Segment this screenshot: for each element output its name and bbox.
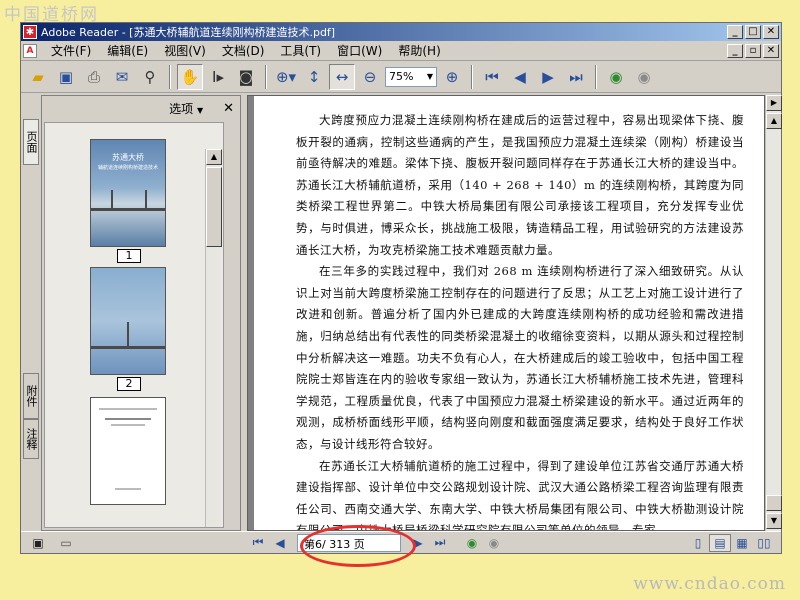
menu-file[interactable]: 文件(F) [43,42,99,59]
continuous-icon[interactable]: ▤ [709,533,731,552]
pages-panel-header: 选项 ▼ ✕ [42,96,240,120]
print-icon[interactable]: ⎙ [81,64,107,90]
toolbar-separator [265,64,267,89]
thumbnail-list[interactable]: 苏通大桥 辅航道连续刚构桥建造技术 1 2 ▲ [44,122,224,528]
menu-view[interactable]: 视图(V) [156,42,214,59]
page-thumbnail-1[interactable]: 苏通大桥 辅航道连续刚构桥建造技术 [90,139,166,247]
last-page-icon[interactable]: ⏭ [429,534,451,552]
email-icon[interactable]: ✉ [109,64,135,90]
snapshot-icon[interactable]: ◙ [233,64,259,90]
go-back-icon[interactable]: ◉ [461,534,483,552]
zoom-in-plus-icon[interactable]: ⊕ [439,64,465,90]
pdf-document-icon[interactable]: A [23,43,37,58]
toolbar-separator [471,64,473,89]
scrollbar-thumb[interactable] [766,495,782,511]
document-scrollbar[interactable]: ▶ ▲ ▼ [765,95,782,531]
zoom-level-field[interactable]: 75% ▼ [385,66,437,87]
zoom-level-value: 75% [389,70,414,83]
split-view-arrow[interactable]: ▶ [766,95,782,111]
chevron-down-icon[interactable]: ▼ [427,72,433,81]
menu-help[interactable]: 帮助(H) [390,42,448,59]
menu-bar: A 文件(F) 编辑(E) 视图(V) 文档(D) 工具(T) 窗口(W) 帮助… [21,41,781,61]
go-back-icon[interactable]: ◉ [603,64,629,90]
toolbar-separator [169,64,171,89]
first-page-icon[interactable]: ⏮ [247,534,269,552]
close-button[interactable]: ✕ [763,25,779,39]
thumbnail-cover-title: 苏通大桥 [112,153,144,162]
tab-comments[interactable]: 注释 [23,419,39,459]
facing-icon[interactable]: ▯▯ [753,534,775,552]
select-text-icon[interactable]: I▸ [205,64,231,90]
hand-tool-icon[interactable]: ✋ [177,63,203,90]
go-forward-icon[interactable]: ◉ [483,534,505,552]
toolbar-separator [595,64,597,89]
prev-page-icon[interactable]: ◀ [269,534,291,552]
first-page-icon[interactable]: ⏮ [479,64,505,90]
panel-toggle-icon[interactable]: ▣ [27,534,49,552]
tab-pages[interactable]: 页面 [23,119,39,165]
single-page-icon[interactable]: ▯ [687,534,709,552]
doc-close-button[interactable]: ✕ [763,43,779,58]
adobe-reader-icon[interactable]: ✱ [23,25,37,39]
window-title: Adobe Reader - [苏通大桥辅航道连续刚构桥建造技术.pdf] [41,26,336,39]
page-thumbnail-3[interactable] [90,397,166,505]
doc-restore-button[interactable]: ▫ [745,43,761,58]
page-size-icon[interactable]: ▭ [55,534,77,552]
options-menu[interactable]: 选项 ▼ [169,100,203,117]
continuous-facing-icon[interactable]: ▦ [731,534,753,552]
toolbar: ▰ ▣ ⎙ ✉ ⚲ ✋ I▸ ◙ ⊕▾ ↕ ↔ ⊖ 75% ▼ ⊕ ⏮ ◀ ▶ … [21,61,781,93]
prev-page-icon[interactable]: ◀ [507,64,533,90]
scroll-up-arrow[interactable]: ▲ [206,149,222,165]
menu-document[interactable]: 文档(D) [214,42,273,59]
zoom-out-icon[interactable]: ⊖ [357,64,383,90]
highlight-annotation [300,525,416,567]
menu-edit[interactable]: 编辑(E) [99,42,156,59]
paragraph: 大跨度预应力混凝土连续刚构桥在建成后的运营过程中，容易出现梁体下挠、腹板开裂的通… [296,113,744,257]
save-icon[interactable]: ▣ [53,64,79,90]
document-view[interactable]: 大跨度预应力混凝土连续刚构桥在建成后的运营过程中，容易出现梁体下挠、腹板开裂的通… [247,95,765,531]
paragraph: 在苏通长江大桥辅航道桥的施工过程中，得到了建设单位江苏省交通厅苏通大桥建设指挥部… [296,458,744,531]
zoom-in-icon[interactable]: ⊕▾ [273,64,299,90]
fit-page-icon[interactable]: ↕ [301,64,327,90]
maximize-button[interactable]: □ [745,25,761,39]
close-icon[interactable]: ✕ [223,101,234,116]
thumbnail-page-number: 1 [117,249,141,263]
last-page-icon[interactable]: ⏭ [563,64,589,90]
minimize-button[interactable]: _ [727,25,743,39]
go-forward-icon[interactable]: ◉ [631,64,657,90]
screenshot-frame: 中国道桥网 ✱ Adobe Reader - [苏通大桥辅航道连续刚构桥建造技术… [0,0,800,600]
thumbnail-cover-subtitle: 辅航道连续刚构桥建造技术 [97,165,158,171]
thumbnail-scrollbar[interactable]: ▲ ▼ [205,149,222,527]
chevron-down-icon: ▼ [196,105,204,115]
side-tabs: 页面 附件 注释 [21,95,41,531]
scroll-up-arrow[interactable]: ▲ [766,113,782,129]
thumbnail-page-number: 2 [117,377,141,391]
next-page-icon[interactable]: ▶ [535,64,561,90]
scrollbar-thumb[interactable] [206,167,222,247]
search-icon[interactable]: ⚲ [137,64,163,90]
menu-tools[interactable]: 工具(T) [272,42,329,59]
paragraph: 在三年多的实践过程中，我们对 268 m 连续刚构桥进行了深入细致研究。从认识上… [296,264,744,451]
fit-width-icon[interactable]: ↔ [329,63,355,90]
watermark-url: www.cndao.com [633,574,786,594]
title-bar: ✱ Adobe Reader - [苏通大桥辅航道连续刚构桥建造技术.pdf] … [21,23,781,41]
pages-panel: 选项 ▼ ✕ 苏通大桥 辅航道连续刚构桥建造技术 1 2 ▲ [41,95,241,531]
adobe-reader-window: ✱ Adobe Reader - [苏通大桥辅航道连续刚构桥建造技术.pdf] … [20,22,782,554]
tab-attachments[interactable]: 附件 [23,373,39,419]
doc-minimize-button[interactable]: _ [727,43,743,58]
page-thumbnail-2[interactable] [90,267,166,375]
open-folder-icon[interactable]: ▰ [25,64,51,90]
pdf-page: 大跨度预应力混凝土连续刚构桥在建成后的运营过程中，容易出现梁体下挠、腹板开裂的通… [254,96,764,531]
scroll-down-arrow[interactable]: ▼ [766,513,782,529]
menu-window[interactable]: 窗口(W) [329,42,390,59]
